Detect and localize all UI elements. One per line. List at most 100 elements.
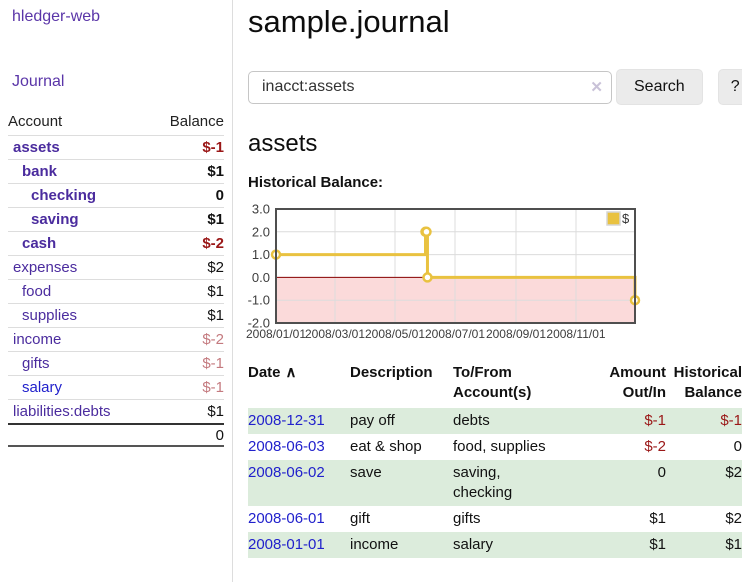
transaction-balance: $1 — [666, 532, 742, 558]
account-balance-table: Account Balance assets$-1bank$1checking0… — [8, 112, 224, 447]
transaction-description: pay off — [350, 408, 453, 434]
account-link[interactable]: supplies — [8, 307, 77, 324]
x-tick-label: 2008/03/01 — [305, 327, 365, 341]
account-balance: 0 — [216, 187, 224, 204]
header-line: Description — [350, 363, 453, 383]
transaction-date-link[interactable]: 2008-06-02 — [248, 464, 325, 481]
header-line: Amount — [588, 363, 666, 383]
balance-column-header-main: HistoricalBalance — [666, 363, 742, 408]
register-table: Date∧ Description To/FromAccount(s) Amou… — [248, 363, 742, 558]
transaction-date-link[interactable]: 2008-06-01 — [248, 510, 325, 527]
x-tick-label: 2008/07/01 — [425, 327, 485, 341]
account-row: liabilities:debts $1 — [8, 399, 224, 423]
description-column-header: Description — [350, 363, 453, 408]
transaction-row: 2008-06-03eat & shopfood, supplies$-20 — [248, 434, 742, 460]
date-column-header[interactable]: Date∧ — [248, 363, 350, 408]
account-balance: $1 — [207, 403, 224, 420]
account-link[interactable]: liabilities:debts — [8, 403, 111, 420]
transaction-balance: $2 — [666, 506, 742, 532]
data-point-marker — [423, 273, 431, 281]
account-balance: $1 — [207, 307, 224, 324]
account-link[interactable]: expenses — [8, 259, 77, 276]
search-field-wrap: ✕ — [248, 71, 612, 104]
x-tick-label: 2008/09/01 — [486, 327, 546, 341]
header-line: To/From — [453, 363, 588, 383]
search-button[interactable]: Search — [616, 69, 703, 105]
header-line: Historical — [666, 363, 742, 383]
account-balance: $1 — [207, 283, 224, 300]
account-column-header: Account — [8, 112, 62, 135]
y-tick-label: 1.0 — [252, 247, 270, 262]
header-line: Balance — [666, 383, 742, 403]
account-balance: $1 — [207, 211, 224, 228]
sort-ascending-icon: ∧ — [281, 364, 297, 381]
y-tick-label: 3.0 — [252, 202, 270, 217]
transaction-accounts: gifts — [453, 509, 588, 529]
account-row: saving $1 — [8, 207, 224, 231]
x-tick-label: 2008/01/01 — [246, 327, 306, 341]
account-row: supplies $1 — [8, 303, 224, 327]
data-point-marker — [422, 228, 430, 236]
account-link[interactable]: food — [8, 283, 51, 300]
account-balance: $2 — [207, 259, 224, 276]
help-button[interactable]: ? — [718, 69, 742, 105]
header-line: Account(s) — [453, 383, 588, 403]
account-link[interactable]: bank — [8, 163, 57, 180]
transaction-balance: 0 — [666, 434, 742, 460]
account-link[interactable]: checking — [8, 187, 96, 204]
account-balance: $-2 — [202, 235, 224, 252]
transaction-description: save — [350, 460, 453, 506]
account-row: assets$-1 — [8, 135, 224, 159]
account-row: bank $1 — [8, 159, 224, 183]
y-tick-label: 2.0 — [252, 224, 270, 239]
account-balance: $-2 — [202, 331, 224, 348]
transaction-date-link[interactable]: 2008-01-01 — [248, 536, 325, 553]
account-balance: $-1 — [202, 355, 224, 372]
transaction-date-link[interactable]: 2008-06-03 — [248, 438, 325, 455]
account-row: food $1 — [8, 279, 224, 303]
account-link[interactable]: salary — [8, 379, 62, 396]
account-total-row: 0 — [8, 423, 224, 447]
app-title-link[interactable]: hledger-web — [12, 8, 232, 26]
account-link[interactable]: cash — [8, 235, 56, 252]
hledger-web-app: hledger-web Journal Account Balance asse… — [0, 0, 742, 582]
account-row: expenses $2 — [8, 255, 224, 279]
account-table-header: Account Balance — [8, 112, 224, 135]
transaction-balance: $2 — [666, 460, 742, 506]
transaction-description: eat & shop — [350, 434, 453, 460]
register-header-row: Date∧ Description To/FromAccount(s) Amou… — [248, 363, 742, 408]
transaction-date-link[interactable]: 2008-12-31 — [248, 412, 325, 429]
transaction-accounts: saving, — [453, 463, 588, 483]
account-row: cash $-2 — [8, 231, 224, 255]
journal-link[interactable]: Journal — [12, 73, 232, 91]
transaction-accounts: salary — [453, 535, 588, 555]
transaction-row: 2008-01-01incomesalary$1$1 — [248, 532, 742, 558]
date-header-label: Date — [248, 364, 281, 381]
page-title: sample.journal — [248, 4, 742, 40]
account-link[interactable]: saving — [8, 211, 79, 228]
transaction-accounts: debts — [453, 411, 588, 431]
account-row: income $-2 — [8, 327, 224, 351]
total-balance: 0 — [216, 427, 224, 444]
y-tick-label: 0.0 — [252, 270, 270, 285]
amount-column-header: AmountOut/In — [588, 363, 666, 408]
transaction-accounts: food, supplies — [453, 437, 588, 457]
x-tick-label: 2008/11/01 — [546, 327, 605, 341]
historical-balance-chart[interactable]: $3.02.01.00.0-1.0-2.02008/01/012008/03/0… — [240, 201, 742, 343]
clear-search-icon[interactable]: ✕ — [590, 78, 603, 96]
search-input[interactable] — [248, 71, 612, 104]
transaction-description: income — [350, 532, 453, 558]
chart-title: Historical Balance: — [248, 174, 742, 191]
account-balance: $1 — [207, 163, 224, 180]
transaction-balance: $-1 — [666, 408, 742, 434]
account-link[interactable]: assets — [8, 139, 60, 156]
search-bar: ✕ Search ? — [248, 69, 742, 105]
header-line: Out/In — [588, 383, 666, 403]
account-link[interactable]: gifts — [8, 355, 50, 372]
legend-label: $ — [622, 211, 630, 226]
transaction-amount: 0 — [588, 460, 666, 506]
account-link[interactable]: income — [8, 331, 61, 348]
account-row: checking 0 — [8, 183, 224, 207]
account-balance: $-1 — [202, 379, 224, 396]
transaction-amount: $1 — [588, 506, 666, 532]
